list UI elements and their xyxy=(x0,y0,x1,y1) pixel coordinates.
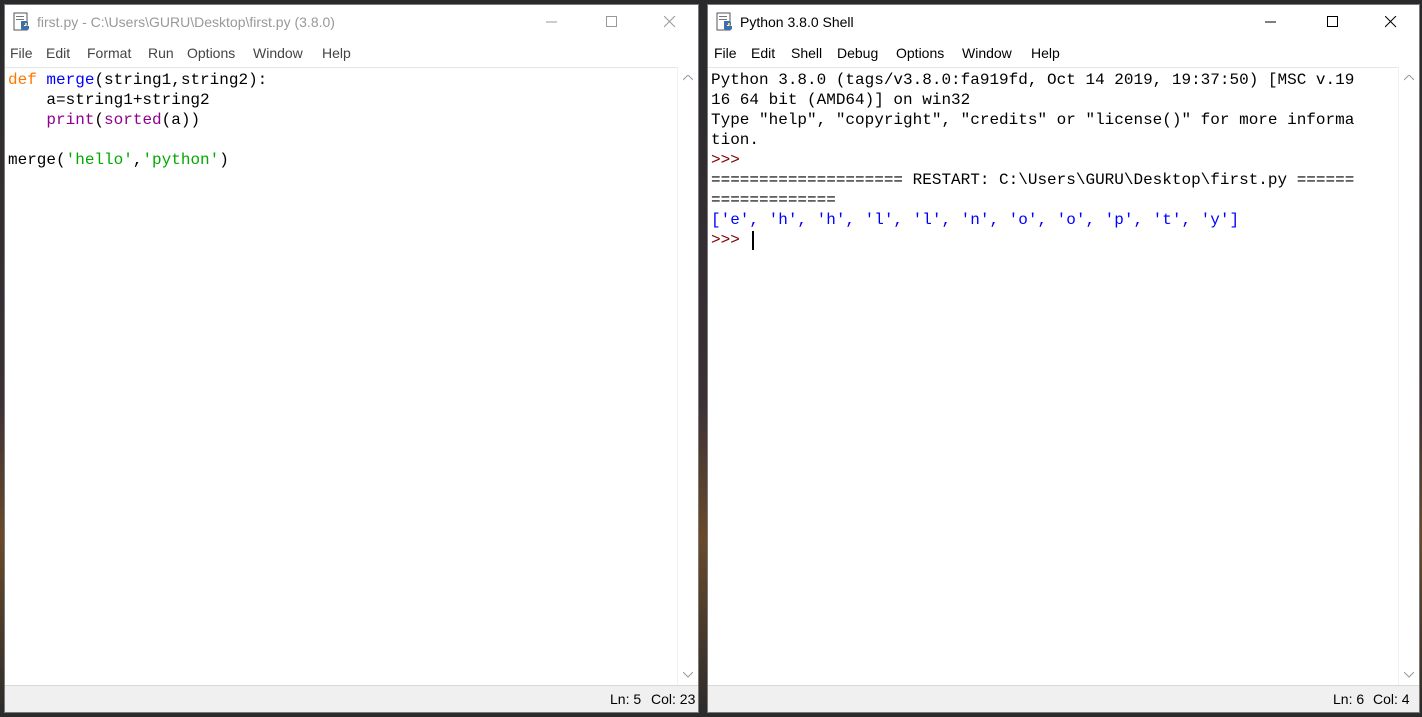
line-number: Ln: 5 xyxy=(610,691,642,707)
menu-format[interactable]: Format xyxy=(87,45,131,61)
shell-line: 16 64 bit (AMD64)] on win32 xyxy=(711,91,971,109)
minimize-button[interactable] xyxy=(1248,5,1294,39)
close-button[interactable] xyxy=(1368,5,1414,39)
menu-file[interactable]: File xyxy=(10,45,33,61)
editor-window[interactable]: first.py - C:\Users\GURU\Desktop\first.p… xyxy=(4,4,699,713)
shell-prompt: >>> xyxy=(711,231,750,249)
window-title: Python 3.8.0 Shell xyxy=(740,14,854,30)
minimize-button[interactable] xyxy=(529,5,575,39)
editor-titlebar[interactable]: first.py - C:\Users\GURU\Desktop\first.p… xyxy=(5,5,698,39)
chevron-down-icon[interactable] xyxy=(1404,672,1414,678)
minimize-icon xyxy=(546,21,557,23)
chevron-up-icon[interactable] xyxy=(1404,75,1414,81)
status-bar: Ln: 6 Col: 4 xyxy=(708,685,1419,712)
shell-line: Python 3.8.0 (tags/v3.8.0:fa919fd, Oct 1… xyxy=(711,71,1355,89)
text-cursor xyxy=(752,231,754,250)
line-number: Ln: 6 xyxy=(1333,691,1365,707)
restart-banner: ============= xyxy=(711,191,836,209)
restart-banner: ==================== RESTART: C:\Users\G… xyxy=(711,171,1355,189)
minimize-icon xyxy=(1265,21,1276,23)
menu-bar: File Edit Shell Debug Options Window Hel… xyxy=(708,43,1419,65)
shell-prompt: >>> xyxy=(711,151,740,169)
menu-bar: File Edit Format Run Options Window Help xyxy=(5,43,698,65)
close-icon xyxy=(664,16,676,28)
maximize-button[interactable] xyxy=(589,5,635,39)
vertical-scrollbar[interactable] xyxy=(1398,67,1419,686)
menu-shell[interactable]: Shell xyxy=(791,45,822,61)
menu-options[interactable]: Options xyxy=(187,45,235,61)
code-line: a=string1+string2 xyxy=(8,91,210,109)
shell-line: tion. xyxy=(711,131,760,149)
menu-window[interactable]: Window xyxy=(253,45,303,61)
menu-help[interactable]: Help xyxy=(322,45,351,61)
chevron-up-icon[interactable] xyxy=(683,75,693,81)
chevron-down-icon[interactable] xyxy=(683,672,693,678)
shell-window[interactable]: Python 3.8.0 Shell File Edit Shell Debug… xyxy=(707,4,1420,713)
menu-help[interactable]: Help xyxy=(1031,45,1060,61)
code-line: print(sorted(a)) xyxy=(46,111,201,129)
close-icon xyxy=(1385,16,1397,28)
idle-python-icon xyxy=(715,12,735,32)
menu-window[interactable]: Window xyxy=(962,45,1012,61)
shell-line: Type "help", "copyright", "credits" or "… xyxy=(711,111,1355,129)
code-editor[interactable]: def merge(string1,string2): a=string1+st… xyxy=(5,67,678,686)
menu-edit[interactable]: Edit xyxy=(46,45,70,61)
window-title: first.py - C:\Users\GURU\Desktop\first.p… xyxy=(37,14,335,30)
idle-python-icon xyxy=(12,12,32,32)
vertical-scrollbar[interactable] xyxy=(677,67,698,686)
menu-debug[interactable]: Debug xyxy=(837,45,878,61)
column-number: Col: 4 xyxy=(1373,691,1410,707)
maximize-icon xyxy=(606,16,617,27)
program-output: ['e', 'h', 'h', 'l', 'l', 'n', 'o', 'o',… xyxy=(711,211,1240,229)
code-line: def merge(string1,string2): xyxy=(8,71,268,89)
column-number: Col: 23 xyxy=(651,691,696,707)
close-button[interactable] xyxy=(647,5,693,39)
menu-options[interactable]: Options xyxy=(896,45,944,61)
code-line: merge('hello','python') xyxy=(8,151,229,169)
shell-output[interactable]: Python 3.8.0 (tags/v3.8.0:fa919fd, Oct 1… xyxy=(708,67,1399,686)
menu-edit[interactable]: Edit xyxy=(751,45,775,61)
menu-file[interactable]: File xyxy=(714,45,737,61)
status-bar: Ln: 5 Col: 23 xyxy=(5,685,698,712)
maximize-button[interactable] xyxy=(1310,5,1356,39)
shell-titlebar[interactable]: Python 3.8.0 Shell xyxy=(708,5,1419,39)
menu-run[interactable]: Run xyxy=(148,45,174,61)
maximize-icon xyxy=(1327,16,1338,27)
